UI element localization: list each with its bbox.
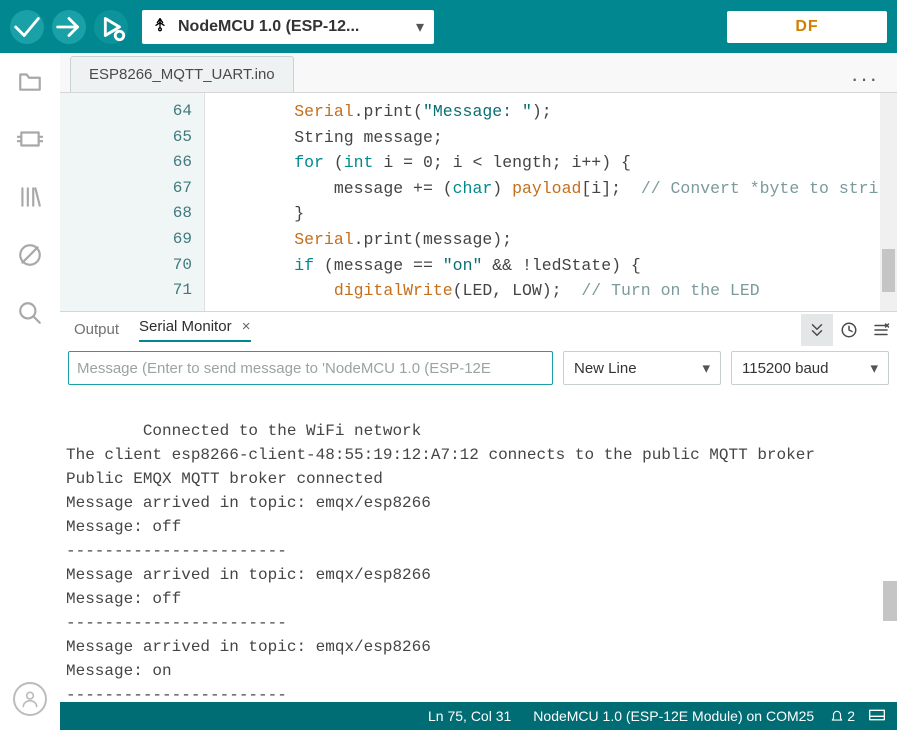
clock-icon	[840, 321, 858, 339]
bottom-panel-tabs: Output Serial Monitor ×	[60, 311, 897, 347]
activity-bar	[0, 53, 60, 730]
no-entry-icon	[17, 242, 43, 268]
line-number: 69	[60, 227, 192, 253]
status-bar: Ln 75, Col 31 NodeMCU 1.0 (ESP-12E Modul…	[60, 702, 897, 730]
cursor-position: Ln 75, Col 31	[428, 708, 511, 724]
clear-icon	[872, 321, 890, 339]
close-icon[interactable]: ×	[242, 318, 251, 335]
debug-button[interactable]	[94, 10, 128, 44]
code-line: for (int i = 0; i < length; i++) {	[215, 150, 897, 176]
notifications-button[interactable]: 2	[830, 708, 855, 724]
sketchbook-button[interactable]	[16, 67, 44, 95]
serial-log-text: Connected to the WiFi network The client…	[66, 422, 815, 702]
line-number: 68	[60, 201, 192, 227]
df-logo-badge: DF	[727, 11, 887, 43]
usb-icon	[152, 14, 168, 39]
account-button[interactable]	[13, 682, 47, 716]
code-content: Serial.print("Message: "); String messag…	[205, 93, 897, 304]
board-selector[interactable]: NodeMCU 1.0 (ESP-12... ▾	[142, 10, 434, 44]
user-icon	[20, 689, 40, 709]
library-manager-button[interactable]	[16, 183, 44, 211]
toggle-autoscroll-button[interactable]	[801, 314, 833, 346]
code-line: Serial.print("Message: ");	[215, 99, 897, 125]
arrow-right-icon	[52, 10, 86, 44]
serial-scrollbar-thumb[interactable]	[883, 581, 897, 621]
baud-rate-select[interactable]: 115200 baud ▾	[731, 351, 889, 385]
code-line: message += (char) payload[i]; // Convert…	[215, 176, 897, 202]
editor-scrollbar[interactable]	[880, 93, 897, 311]
board-name: NodeMCU 1.0 (ESP-12...	[178, 18, 416, 36]
code-line: digitalWrite(LED, LOW); // Turn on the L…	[215, 278, 897, 304]
status-board: NodeMCU 1.0 (ESP-12E Module) on COM25	[533, 708, 814, 724]
debug-panel-button[interactable]	[16, 241, 44, 269]
file-tab[interactable]: ESP8266_MQTT_UART.ino	[70, 56, 294, 92]
serial-message-input[interactable]	[68, 351, 553, 385]
code-line: }	[215, 201, 897, 227]
close-panel-button[interactable]	[869, 708, 885, 724]
chevrons-down-icon	[808, 321, 826, 339]
serial-controls: New Line ▾ 115200 baud ▾	[60, 347, 897, 389]
bell-icon	[830, 709, 844, 723]
file-tab-label: ESP8266_MQTT_UART.ino	[89, 66, 275, 83]
caret-down-icon: ▾	[416, 17, 424, 37]
line-ending-select[interactable]: New Line ▾	[563, 351, 721, 385]
toggle-timestamp-button[interactable]	[833, 314, 865, 346]
caret-down-icon: ▾	[702, 359, 710, 377]
verify-button[interactable]	[10, 10, 44, 44]
folder-icon	[17, 68, 43, 94]
output-tab[interactable]: Output	[74, 321, 119, 338]
code-line: if (message == "on" && !ledState) {	[215, 253, 897, 279]
board-icon	[17, 126, 43, 152]
search-button[interactable]	[16, 299, 44, 327]
play-gear-icon	[94, 10, 128, 44]
serial-output[interactable]: Connected to the WiFi network The client…	[60, 389, 897, 702]
line-number: 70	[60, 253, 192, 279]
upload-button[interactable]	[52, 10, 86, 44]
code-editor[interactable]: 6465666768697071 Serial.print("Message: …	[60, 93, 897, 311]
serial-monitor-tab[interactable]: Serial Monitor ×	[139, 318, 250, 342]
boards-manager-button[interactable]	[16, 125, 44, 153]
check-icon	[10, 10, 44, 44]
line-gutter: 6465666768697071	[60, 93, 205, 311]
code-line: String message;	[215, 125, 897, 151]
caret-down-icon: ▾	[870, 359, 878, 377]
line-number: 71	[60, 278, 192, 304]
editor-more-button[interactable]: ···	[851, 66, 879, 92]
line-number: 66	[60, 150, 192, 176]
line-number: 67	[60, 176, 192, 202]
panel-icon	[869, 709, 885, 721]
editor-scrollbar-thumb[interactable]	[882, 249, 895, 292]
line-number: 65	[60, 125, 192, 151]
line-number: 64	[60, 99, 192, 125]
editor-tabs: ESP8266_MQTT_UART.ino ···	[60, 53, 897, 93]
code-line: Serial.print(message);	[215, 227, 897, 253]
clear-output-button[interactable]	[865, 314, 897, 346]
top-toolbar: NodeMCU 1.0 (ESP-12... ▾ DF	[0, 0, 897, 53]
library-icon	[17, 184, 43, 210]
search-icon	[17, 300, 43, 326]
